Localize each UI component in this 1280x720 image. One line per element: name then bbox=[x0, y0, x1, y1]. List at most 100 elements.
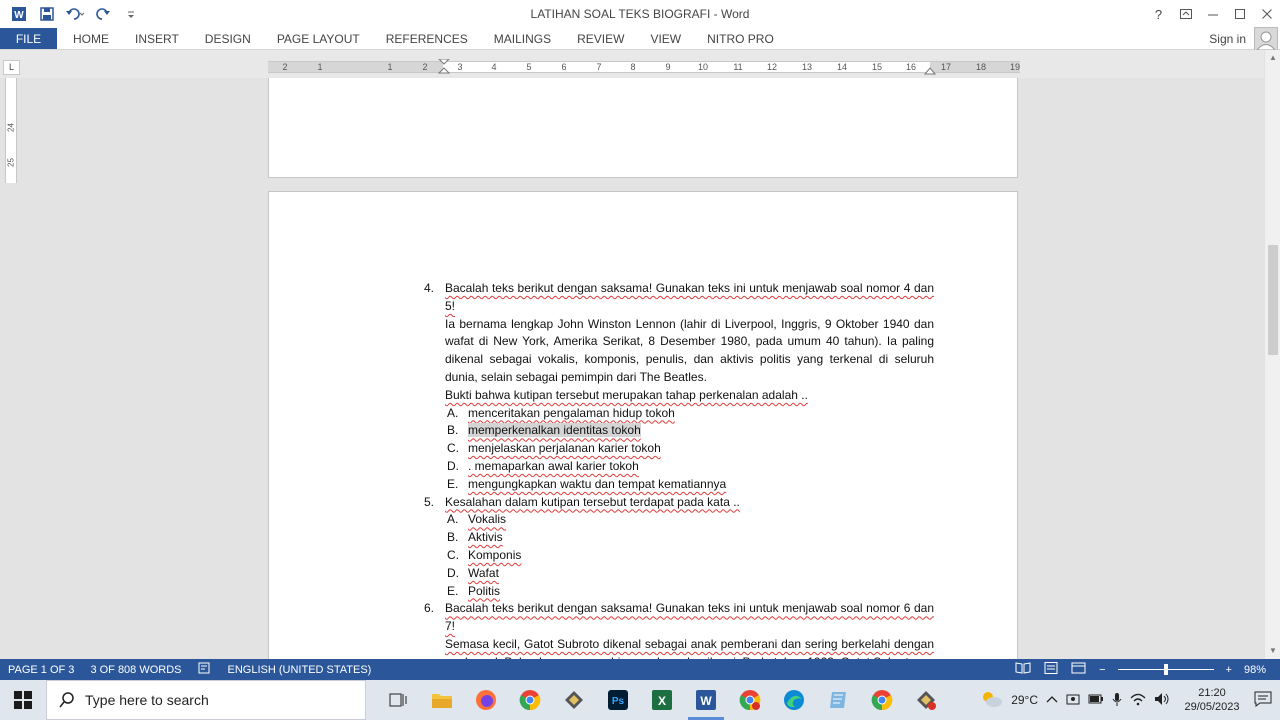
language[interactable]: ENGLISH (UNITED STATES) bbox=[220, 664, 380, 676]
tab-design[interactable]: DESIGN bbox=[192, 28, 264, 49]
help-icon[interactable]: ? bbox=[1145, 0, 1172, 28]
option-letter: C. bbox=[447, 441, 459, 456]
answer-options: A. Vokalis B. Aktivis C. Komponis D. Wafat E… bbox=[424, 511, 934, 600]
page-current[interactable]: 4. Bacalah teks berikut dengan saksama! … bbox=[268, 191, 1018, 659]
tab-file[interactable]: FILE bbox=[0, 28, 57, 49]
tab-page-layout[interactable]: PAGE LAYOUT bbox=[264, 28, 373, 49]
battery-icon[interactable] bbox=[1088, 693, 1104, 708]
tab-selector[interactable]: L bbox=[3, 60, 20, 75]
firefox-icon[interactable] bbox=[464, 680, 508, 720]
weather-temperature[interactable]: 29°C bbox=[1011, 693, 1038, 707]
ruler-tick: 19 bbox=[1009, 62, 1021, 72]
tab-references[interactable]: REFERENCES bbox=[373, 28, 481, 49]
maximize-icon[interactable] bbox=[1226, 0, 1253, 28]
zoom-knob[interactable] bbox=[1163, 664, 1168, 675]
option-text: Aktivis bbox=[468, 530, 503, 545]
tab-review[interactable]: REVIEW bbox=[564, 28, 637, 49]
vertical-scrollbar[interactable]: ▲ ▼ bbox=[1264, 50, 1280, 659]
chrome-profile-icon[interactable] bbox=[728, 680, 772, 720]
ruler-tick: 2 bbox=[422, 62, 428, 72]
chrome-browser-icon[interactable] bbox=[860, 680, 904, 720]
edge-icon[interactable] bbox=[772, 680, 816, 720]
file-explorer-icon[interactable] bbox=[420, 680, 464, 720]
proofing-icon[interactable] bbox=[190, 662, 220, 677]
tab-view[interactable]: VIEW bbox=[637, 28, 694, 49]
read-mode-icon[interactable] bbox=[1015, 662, 1031, 677]
app-icon[interactable] bbox=[552, 680, 596, 720]
search-icon bbox=[59, 692, 74, 708]
taskbar-apps: Ps X W bbox=[376, 680, 948, 720]
clock[interactable]: 21:20 29/05/2023 bbox=[1178, 686, 1246, 714]
quick-access-toolbar: W bbox=[0, 0, 142, 28]
question-instruction: Bacalah teks berikut dengan saksama! Gun… bbox=[445, 601, 934, 634]
page-count[interactable]: PAGE 1 OF 3 bbox=[0, 664, 82, 676]
ribbon-display-icon[interactable] bbox=[1172, 0, 1199, 28]
window-controls: ? bbox=[1145, 0, 1280, 28]
option-text: mengungkapkan waktu dan tempat kematiann… bbox=[468, 476, 727, 491]
option-letter: D. bbox=[447, 458, 459, 473]
clock-date: 29/05/2023 bbox=[1184, 701, 1240, 713]
option-text: menceritakan pengalaman hidup tokoh bbox=[468, 405, 675, 420]
indent-marker-icon[interactable] bbox=[438, 59, 450, 77]
option-letter: C. bbox=[447, 547, 459, 562]
customize-qat-icon[interactable] bbox=[120, 3, 142, 25]
option-letter: E. bbox=[447, 583, 459, 598]
minimize-icon[interactable] bbox=[1199, 0, 1226, 28]
word-count[interactable]: 3 OF 808 WORDS bbox=[82, 664, 189, 676]
zoom-in-button[interactable]: + bbox=[1226, 664, 1232, 676]
ruler-tick: 12 bbox=[766, 62, 778, 72]
answer-options: A. menceritakan pengalaman hidup tokoh B.… bbox=[424, 405, 934, 494]
document-canvas[interactable]: 24 25 4. Bacalah teks berikut dengan sak… bbox=[0, 78, 1264, 659]
question-instruction: Bacalah teks berikut dengan saksama! Gun… bbox=[445, 281, 934, 313]
scroll-thumb[interactable] bbox=[1268, 245, 1278, 355]
sign-in-link[interactable]: Sign in bbox=[1209, 28, 1246, 50]
scroll-up-icon[interactable]: ▲ bbox=[1265, 50, 1280, 66]
ruler-tick: 10 bbox=[697, 62, 709, 72]
print-layout-icon[interactable] bbox=[1043, 662, 1059, 677]
option-letter: A. bbox=[447, 512, 459, 527]
document-body[interactable]: 4. Bacalah teks berikut dengan saksama! … bbox=[424, 280, 934, 659]
close-icon[interactable] bbox=[1253, 0, 1280, 28]
weather-icon[interactable] bbox=[979, 689, 1003, 712]
chevron-up-icon[interactable] bbox=[1046, 693, 1058, 707]
question-6: 6. Bacalah teks berikut dengan saksama! … bbox=[424, 600, 934, 659]
tab-nitro-pro[interactable]: NITRO PRO bbox=[694, 28, 787, 49]
word-taskbar-icon[interactable]: W bbox=[684, 680, 728, 720]
page-previous[interactable] bbox=[268, 78, 1018, 178]
tab-mailings[interactable]: MAILINGS bbox=[481, 28, 564, 49]
notification-icon[interactable] bbox=[1254, 691, 1272, 710]
zoom-out-button[interactable]: − bbox=[1099, 664, 1105, 676]
search-placeholder: Type here to search bbox=[85, 692, 209, 708]
taskbar-search-box[interactable]: Type here to search bbox=[46, 680, 366, 720]
microphone-icon[interactable] bbox=[1112, 692, 1122, 709]
ribbon-tabs: FILE HOME INSERT DESIGN PAGE LAYOUT REFE… bbox=[0, 28, 1280, 50]
notes-app-icon[interactable] bbox=[816, 680, 860, 720]
app-icon-2[interactable] bbox=[904, 680, 948, 720]
windows-start-icon[interactable] bbox=[0, 680, 46, 720]
chrome-icon[interactable] bbox=[508, 680, 552, 720]
option-c: C. Komponis bbox=[447, 547, 934, 565]
save-icon[interactable] bbox=[36, 3, 58, 25]
zoom-level[interactable]: 98% bbox=[1244, 664, 1266, 676]
user-avatar-icon[interactable] bbox=[1254, 27, 1278, 51]
ruler-tick: 6 bbox=[561, 62, 567, 72]
horizontal-ruler[interactable]: 2 1 1 2 3 4 5 6 7 8 9 10 11 12 13 14 15 … bbox=[268, 59, 1021, 75]
task-view-icon[interactable] bbox=[376, 680, 420, 720]
word-app-icon[interactable]: W bbox=[8, 3, 30, 25]
wifi-icon[interactable] bbox=[1130, 692, 1146, 709]
redo-icon[interactable] bbox=[92, 3, 114, 25]
tab-insert[interactable]: INSERT bbox=[122, 28, 192, 49]
photoshop-icon[interactable]: Ps bbox=[596, 680, 640, 720]
web-layout-icon[interactable] bbox=[1071, 662, 1087, 677]
right-indent-marker-icon[interactable] bbox=[924, 65, 936, 75]
undo-icon[interactable] bbox=[64, 3, 86, 25]
scroll-down-icon[interactable]: ▼ bbox=[1265, 643, 1280, 659]
meet-icon[interactable] bbox=[1066, 692, 1080, 709]
option-text: Wafat bbox=[468, 565, 499, 580]
tab-home[interactable]: HOME bbox=[57, 28, 122, 49]
zoom-slider[interactable] bbox=[1117, 659, 1214, 680]
excel-icon[interactable]: X bbox=[640, 680, 684, 720]
option-text: Vokalis bbox=[468, 512, 507, 527]
option-letter: B. bbox=[447, 530, 459, 545]
volume-icon[interactable] bbox=[1154, 692, 1170, 709]
